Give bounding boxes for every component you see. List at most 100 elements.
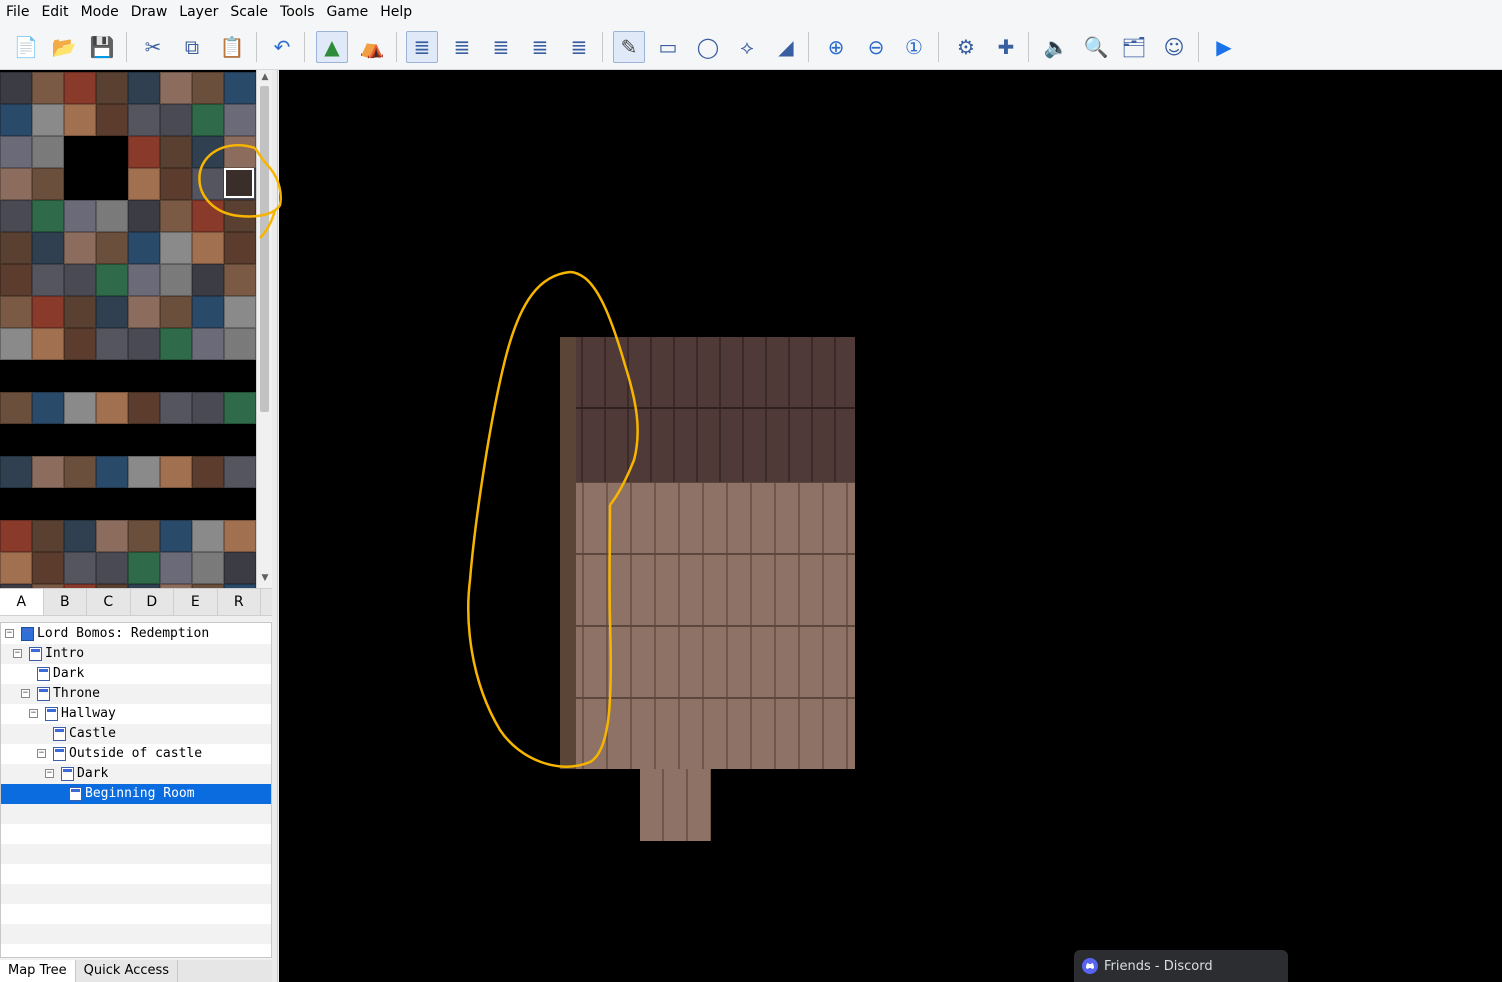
pencil-button[interactable]: ✎: [613, 31, 645, 63]
tile[interactable]: [96, 264, 128, 296]
tile[interactable]: [32, 232, 64, 264]
tile[interactable]: [224, 456, 256, 488]
zoom-in-button[interactable]: ⊕: [820, 31, 852, 63]
tile[interactable]: [32, 456, 64, 488]
tile[interactable]: [96, 552, 128, 584]
tileset-tab-b[interactable]: B: [44, 589, 87, 615]
tile[interactable]: [128, 168, 160, 200]
tile[interactable]: [160, 200, 192, 232]
menu-file[interactable]: File: [0, 0, 35, 24]
tile[interactable]: [224, 392, 256, 424]
tile[interactable]: [96, 104, 128, 136]
tileset-scrollbar[interactable]: ▲ ▼: [256, 70, 272, 588]
tab-map-tree[interactable]: Map Tree: [0, 960, 76, 982]
tile[interactable]: [96, 520, 128, 552]
tile[interactable]: [64, 456, 96, 488]
tile[interactable]: [64, 72, 96, 104]
actual-size-button[interactable]: ①: [898, 31, 930, 63]
tile[interactable]: [192, 520, 224, 552]
tile[interactable]: [192, 200, 224, 232]
collapse-icon[interactable]: −: [29, 709, 38, 718]
tree-map-item[interactable]: − Hallway: [1, 704, 271, 724]
tile[interactable]: [192, 136, 224, 168]
tree-map-item[interactable]: − Intro: [1, 644, 271, 664]
tileset-tab-a[interactable]: A: [0, 589, 44, 615]
tile[interactable]: [32, 392, 64, 424]
tile[interactable]: [192, 456, 224, 488]
tile[interactable]: [224, 520, 256, 552]
tree-map-item[interactable]: − Outside of castle: [1, 744, 271, 764]
tile[interactable]: [224, 232, 256, 264]
collapse-icon[interactable]: −: [5, 629, 14, 638]
tile[interactable]: [160, 296, 192, 328]
copy-button[interactable]: ⧉: [176, 31, 208, 63]
playtest-button[interactable]: ▶: [1208, 31, 1240, 63]
collapse-icon[interactable]: −: [37, 749, 46, 758]
tile[interactable]: [0, 552, 32, 584]
tile[interactable]: [224, 136, 256, 168]
tile[interactable]: [96, 232, 128, 264]
tile[interactable]: [32, 328, 64, 360]
tile[interactable]: [192, 104, 224, 136]
tile[interactable]: [224, 328, 256, 360]
paste-button[interactable]: 📋: [216, 31, 248, 63]
tile[interactable]: [32, 296, 64, 328]
collapse-icon[interactable]: −: [13, 649, 22, 658]
tile[interactable]: [160, 552, 192, 584]
resource-manager-button[interactable]: 🗂: [1118, 31, 1150, 63]
tile[interactable]: [0, 520, 32, 552]
menu-mode[interactable]: Mode: [75, 0, 125, 24]
tile[interactable]: [0, 296, 32, 328]
tile[interactable]: [32, 552, 64, 584]
tile[interactable]: [192, 552, 224, 584]
tile[interactable]: [0, 456, 32, 488]
collapse-icon[interactable]: −: [21, 689, 30, 698]
tile[interactable]: [160, 232, 192, 264]
ellipse-button[interactable]: ◯: [692, 31, 724, 63]
tile[interactable]: [32, 520, 64, 552]
tile[interactable]: [32, 72, 64, 104]
scroll-down-icon[interactable]: ▼: [260, 573, 270, 583]
tree-map-item[interactable]: Beginning Room: [1, 784, 271, 804]
tab-quick-access[interactable]: Quick Access: [76, 960, 179, 982]
tile[interactable]: [160, 392, 192, 424]
tree-map-item[interactable]: Dark: [1, 664, 271, 684]
tile[interactable]: [224, 104, 256, 136]
tile[interactable]: [0, 392, 32, 424]
layer-3-button[interactable]: ≣: [485, 31, 517, 63]
tile[interactable]: [224, 296, 256, 328]
selected-tile[interactable]: [224, 168, 254, 198]
layer-5-button[interactable]: ≣: [563, 31, 595, 63]
tile[interactable]: [128, 264, 160, 296]
menu-game[interactable]: Game: [321, 0, 375, 24]
tile[interactable]: [192, 168, 224, 200]
tree-map-item[interactable]: − Dark: [1, 764, 271, 784]
tile[interactable]: [128, 136, 160, 168]
tile[interactable]: [64, 328, 96, 360]
tile[interactable]: [64, 520, 96, 552]
tile[interactable]: [192, 328, 224, 360]
plugin-manager-button[interactable]: ✚: [990, 31, 1022, 63]
tile[interactable]: [160, 72, 192, 104]
sound-test-button[interactable]: 🔈: [1040, 31, 1072, 63]
layer-1-button[interactable]: ≣: [406, 31, 438, 63]
tile[interactable]: [32, 168, 64, 200]
tile[interactable]: [64, 392, 96, 424]
tile[interactable]: [32, 264, 64, 296]
tile[interactable]: [192, 232, 224, 264]
tileset-tab-d[interactable]: D: [131, 589, 174, 615]
collapse-icon[interactable]: −: [45, 769, 54, 778]
tile[interactable]: [32, 104, 64, 136]
tile[interactable]: [160, 328, 192, 360]
tile[interactable]: [0, 136, 32, 168]
tile[interactable]: [224, 264, 256, 296]
tile[interactable]: [0, 328, 32, 360]
scrollbar-thumb[interactable]: [260, 86, 269, 412]
tree-map-item[interactable]: Castle: [1, 724, 271, 744]
cut-button[interactable]: ✂: [137, 31, 169, 63]
layer-4-button[interactable]: ≣: [524, 31, 556, 63]
tile[interactable]: [0, 232, 32, 264]
tile[interactable]: [0, 104, 32, 136]
menu-layer[interactable]: Layer: [173, 0, 224, 24]
menu-draw[interactable]: Draw: [125, 0, 174, 24]
